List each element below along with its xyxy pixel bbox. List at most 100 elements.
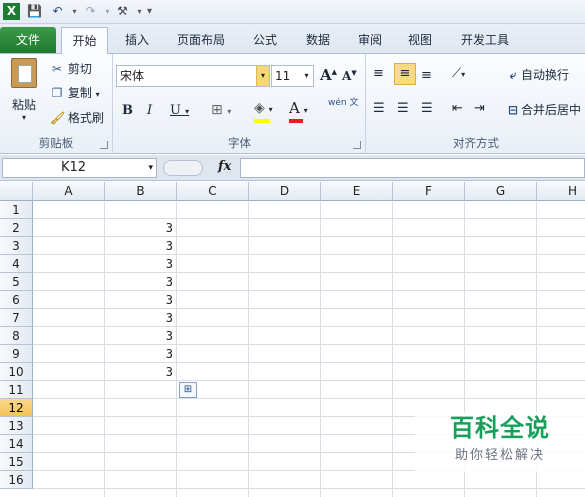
row-header-14[interactable]: 14 xyxy=(0,435,33,453)
tab-data[interactable]: 数据 xyxy=(296,29,340,54)
name-box[interactable]: K12 ▾ xyxy=(2,158,157,178)
tab-developer[interactable]: 开发工具 xyxy=(452,29,518,54)
row-header-9[interactable]: 9 xyxy=(0,345,33,363)
column-header-g[interactable]: G xyxy=(465,182,537,201)
quick-access-toolbar: X 💾 ↶ ▾ ↷ ▾ ⚒ ▾ ▾ xyxy=(0,0,585,24)
bold-button[interactable]: B xyxy=(122,103,133,118)
font-name-dropdown-icon[interactable]: ▾ xyxy=(256,66,269,86)
select-all-corner[interactable] xyxy=(0,182,33,201)
paintbrush-icon: 🖌 xyxy=(50,111,66,125)
cell-b10[interactable]: 3 xyxy=(105,363,173,381)
align-bottom-button[interactable]: ≡ xyxy=(421,68,432,83)
font-color-button[interactable]: A ▾ xyxy=(289,99,308,123)
formula-input[interactable] xyxy=(240,158,585,178)
font-name-combo[interactable]: 宋体 ▾ xyxy=(116,65,270,87)
customize-qat-icon[interactable]: ▾ xyxy=(141,3,158,20)
align-right-button[interactable]: ☰ xyxy=(421,101,433,116)
font-launcher-icon[interactable] xyxy=(353,141,361,149)
underline-label: U xyxy=(170,103,181,118)
cell-b5[interactable]: 3 xyxy=(105,273,173,291)
cell-b2[interactable]: 3 xyxy=(105,219,173,237)
column-header-d[interactable]: D xyxy=(249,182,321,201)
save-icon[interactable]: 💾 xyxy=(26,3,43,20)
row-header-15[interactable]: 15 xyxy=(0,453,33,471)
clipboard-launcher-icon[interactable] xyxy=(100,141,108,149)
row-header-6[interactable]: 6 xyxy=(0,291,33,309)
increase-indent-button[interactable]: ⇥ xyxy=(474,101,485,116)
row-header-7[interactable]: 7 xyxy=(0,309,33,327)
italic-button[interactable]: I xyxy=(147,103,152,118)
autofill-options-icon[interactable]: ⊞ xyxy=(179,382,197,398)
font-size-dropdown-icon[interactable]: ▾ xyxy=(300,66,313,86)
row-header-2[interactable]: 2 xyxy=(0,219,33,237)
row-header-1[interactable]: 1 xyxy=(0,201,33,219)
cell-b6[interactable]: 3 xyxy=(105,291,173,309)
paste-button[interactable]: 粘贴 ▾ xyxy=(6,58,42,130)
phonetic-button[interactable]: wén 文 xyxy=(328,98,358,108)
row-header-16[interactable]: 16 xyxy=(0,471,33,489)
fill-color-button[interactable]: ◈ ▾ xyxy=(254,100,273,123)
tools-icon[interactable]: ⚒ xyxy=(114,3,131,20)
column-header-h[interactable]: H xyxy=(537,182,585,201)
tab-file[interactable]: 文件 xyxy=(0,27,56,53)
tab-home[interactable]: 开始 xyxy=(61,27,108,55)
font-color-dropdown-icon[interactable]: ▾ xyxy=(304,106,308,115)
tab-review[interactable]: 审阅 xyxy=(348,29,392,54)
column-header-f[interactable]: F xyxy=(393,182,465,201)
merge-center-button[interactable]: ⊟ 合并后居中 xyxy=(505,101,581,118)
underline-button[interactable]: U ▾ xyxy=(170,103,189,118)
orientation-button[interactable]: ⟋▾ xyxy=(452,66,465,81)
row-header-5[interactable]: 5 xyxy=(0,273,33,291)
grow-font-button[interactable]: A▲ xyxy=(320,66,337,84)
undo-dropdown-icon[interactable]: ▾ xyxy=(66,3,83,20)
font-size-combo[interactable]: 11 ▾ xyxy=(271,65,314,87)
align-center-button[interactable]: ☰ xyxy=(397,101,409,116)
insert-function-button[interactable]: fx xyxy=(218,159,231,174)
align-left-button[interactable]: ☰ xyxy=(373,101,385,116)
border-button[interactable]: ⊞ ▾ xyxy=(211,102,231,118)
fill-color-dropdown-icon[interactable]: ▾ xyxy=(269,105,273,114)
font-group: 宋体 ▾ 11 ▾ A▲ A▼ B I U ▾ ⊞ ▾ ◈ ▾ A ▾ wén … xyxy=(114,54,366,154)
column-header-c[interactable]: C xyxy=(177,182,249,201)
column-header-b[interactable]: B xyxy=(105,182,177,201)
column-header-e[interactable]: E xyxy=(321,182,393,201)
column-header-a[interactable]: A xyxy=(33,182,105,201)
cell-b9[interactable]: 3 xyxy=(105,345,173,363)
copy-dropdown-icon[interactable]: ▾ xyxy=(96,90,100,99)
cell-b8[interactable]: 3 xyxy=(105,327,173,345)
row-header-13[interactable]: 13 xyxy=(0,417,33,435)
orientation-dropdown-icon[interactable]: ▾ xyxy=(461,70,465,79)
cell-b7[interactable]: 3 xyxy=(105,309,173,327)
shrink-font-button[interactable]: A▼ xyxy=(342,68,357,83)
undo-icon[interactable]: ↶ xyxy=(49,3,66,20)
row-header-8[interactable]: 8 xyxy=(0,327,33,345)
alignment-group: ≡ ≡ ≡ ⟋▾ ⤶ 自动换行 ☰ ☰ ☰ ⇤ ⇥ ⊟ 合并后居中 对齐方式 xyxy=(367,54,585,154)
align-center-icon: ☰ xyxy=(397,101,409,116)
border-dropdown-icon[interactable]: ▾ xyxy=(227,107,231,116)
font-size-value: 11 xyxy=(275,69,291,83)
row-header-11[interactable]: 11 xyxy=(0,381,33,399)
align-top-button[interactable]: ≡ xyxy=(373,66,384,81)
tab-view[interactable]: 视图 xyxy=(398,29,442,54)
formula-bar-splitter[interactable] xyxy=(163,160,203,176)
name-box-dropdown-icon[interactable]: ▾ xyxy=(148,159,153,177)
row-header-3[interactable]: 3 xyxy=(0,237,33,255)
row-header-4[interactable]: 4 xyxy=(0,255,33,273)
row-header-10[interactable]: 10 xyxy=(0,363,33,381)
align-middle-button[interactable]: ≡ xyxy=(394,63,416,85)
tab-page-layout[interactable]: 页面布局 xyxy=(168,29,234,54)
cell-b3[interactable]: 3 xyxy=(105,237,173,255)
wrap-text-button[interactable]: ⤶ 自动换行 xyxy=(505,66,569,83)
redo-icon[interactable]: ↷ xyxy=(82,3,99,20)
tab-formulas[interactable]: 公式 xyxy=(243,29,287,54)
cell-b4[interactable]: 3 xyxy=(105,255,173,273)
tab-insert[interactable]: 插入 xyxy=(115,29,159,54)
decrease-indent-button[interactable]: ⇤ xyxy=(452,101,463,116)
clipboard-group-label: 剪贴板 xyxy=(38,136,74,150)
format-painter-button[interactable]: 🖌 格式刷 xyxy=(50,109,104,126)
copy-button[interactable]: ❐ 复制 ▾ xyxy=(50,84,100,101)
paste-dropdown-icon[interactable]: ▾ xyxy=(6,113,42,122)
underline-dropdown-icon[interactable]: ▾ xyxy=(185,107,189,116)
row-header-12[interactable]: 12 xyxy=(0,399,33,417)
cut-button[interactable]: ✂ 剪切 xyxy=(50,60,92,77)
